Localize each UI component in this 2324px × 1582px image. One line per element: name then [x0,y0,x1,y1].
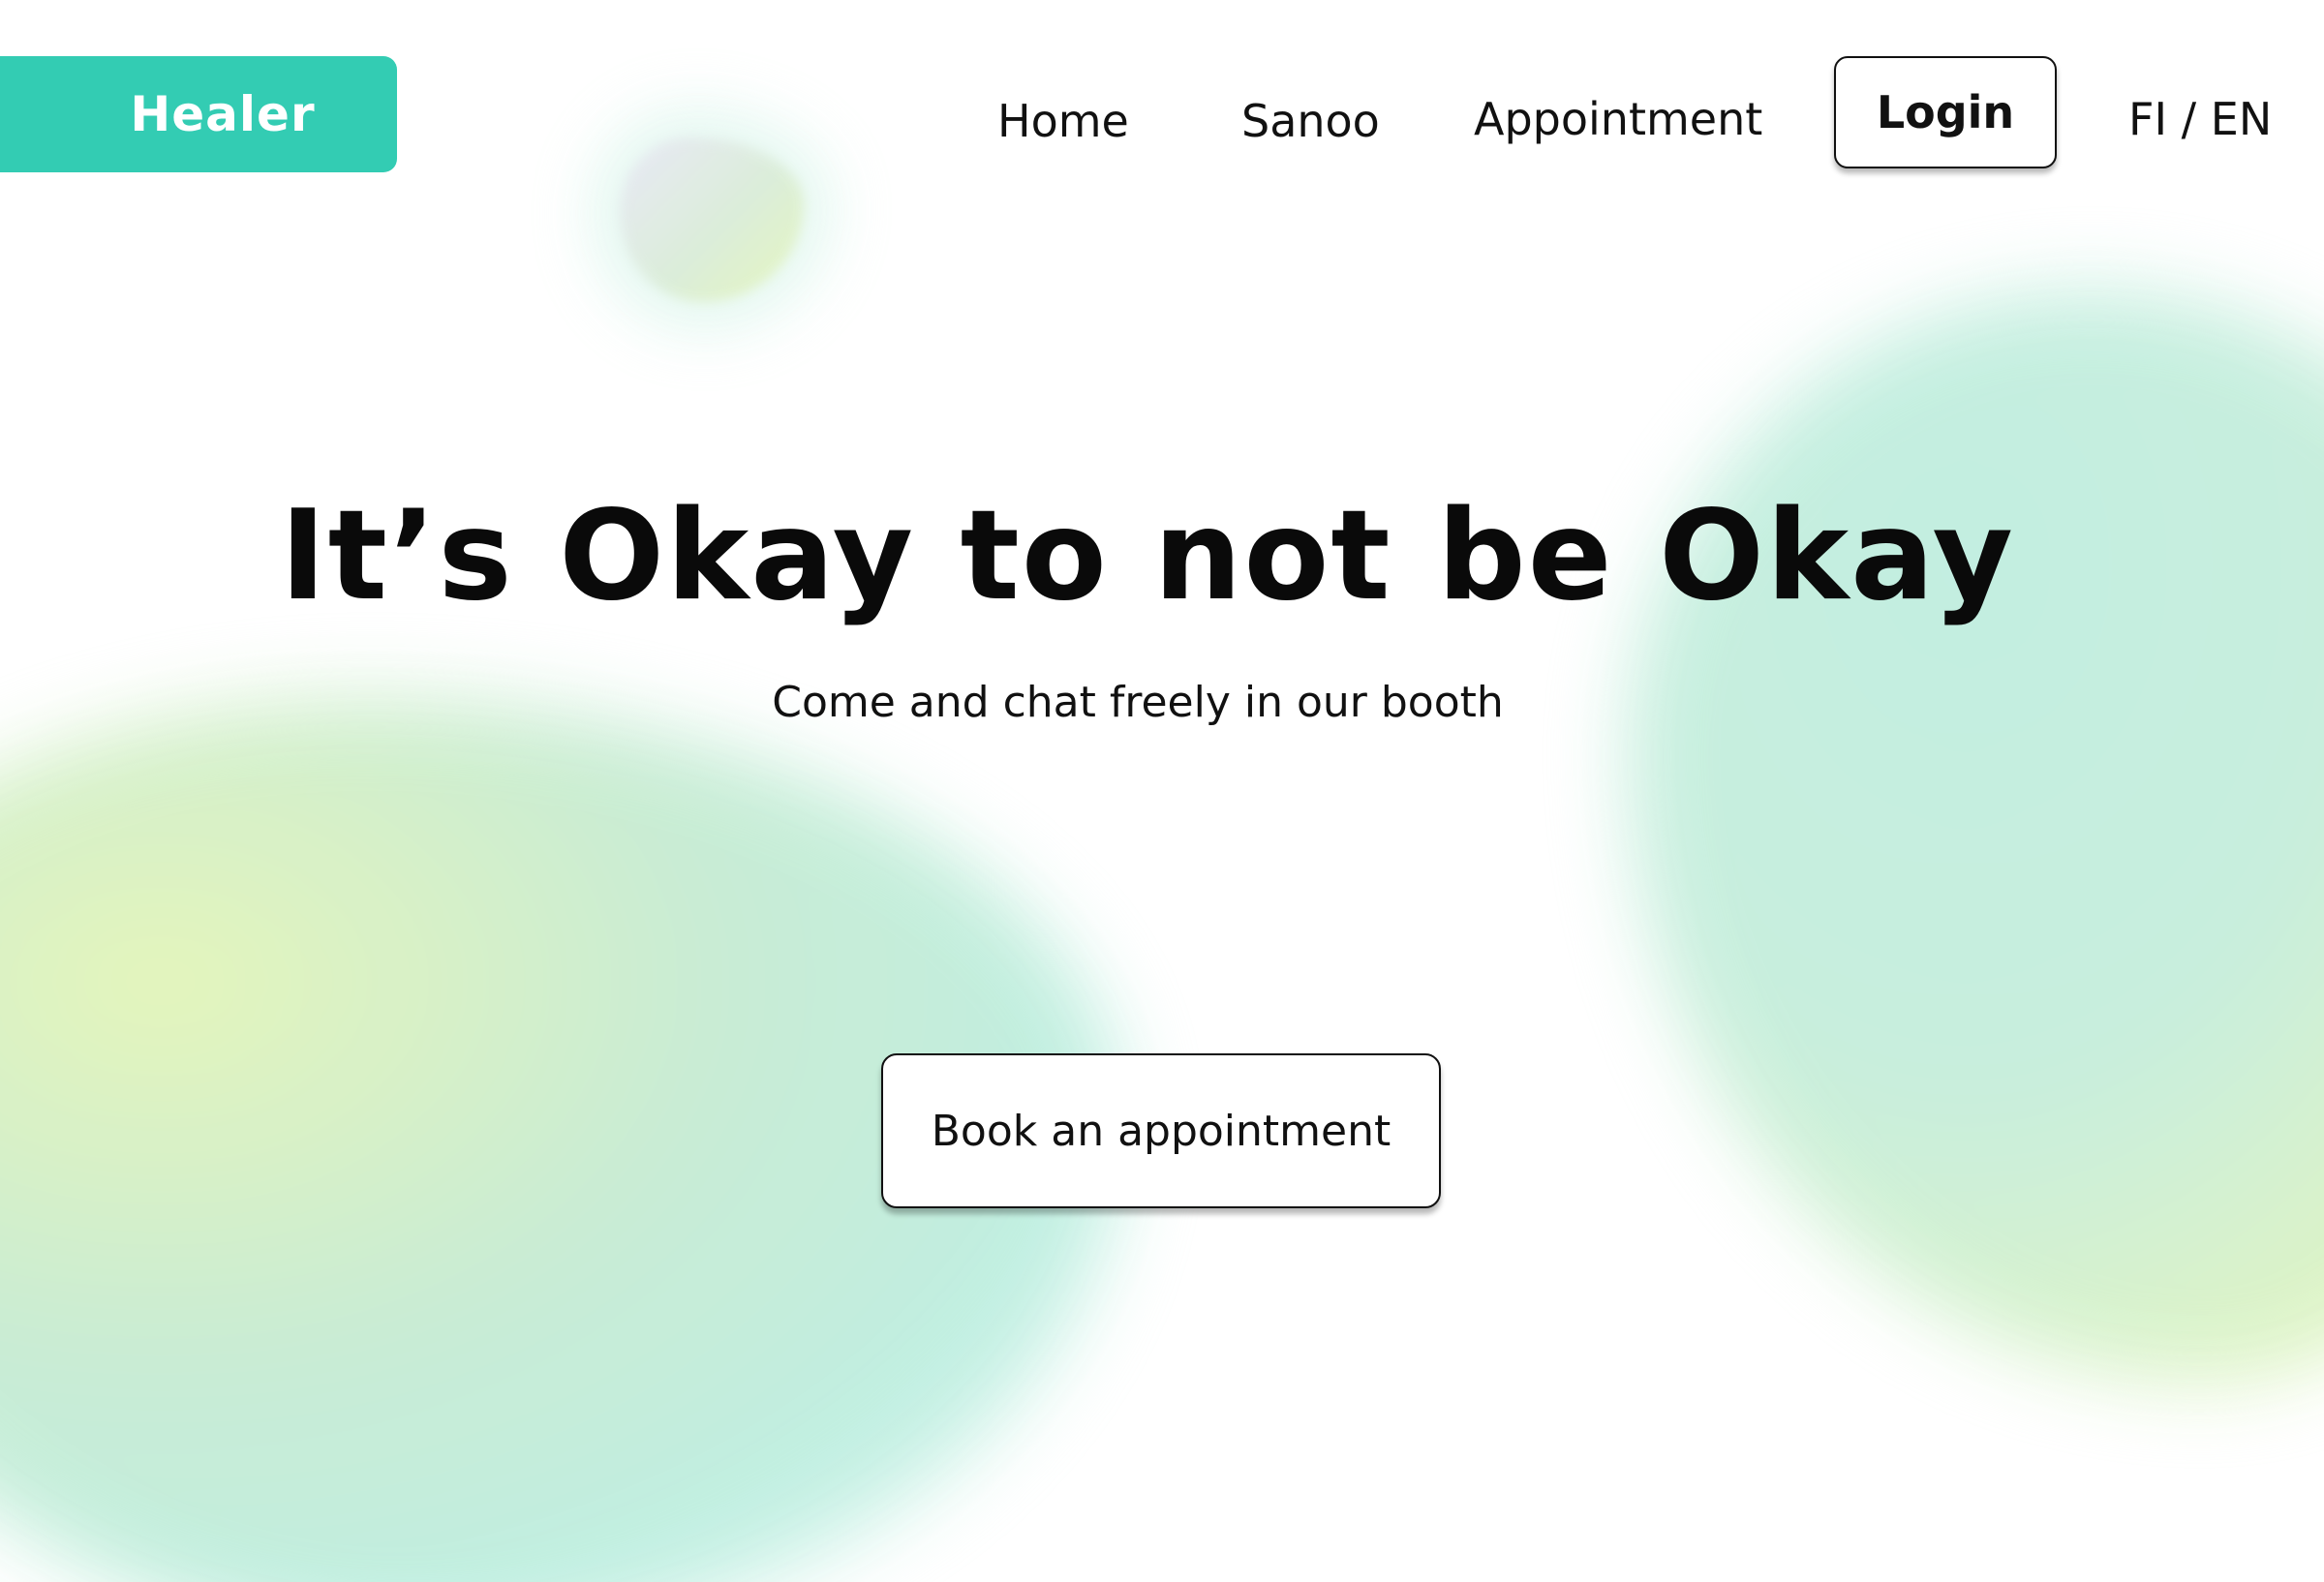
nav-link-home[interactable]: Home [997,95,1129,147]
book-appointment-button[interactable]: Book an appointment [881,1053,1441,1208]
nav-link-sanoo[interactable]: Sanoo [1241,95,1380,147]
brand-logo[interactable]: Healer [0,56,397,172]
landing-page: Healer Home Sanoo Appointment Login FI /… [0,0,2324,1582]
decorative-blob-small [620,137,804,302]
login-button[interactable]: Login [1834,56,2057,168]
hero-headline: It’s Okay to not be Okay [280,484,2015,628]
decorative-blob-right [1627,290,2324,1384]
language-switch[interactable]: FI / EN [2128,93,2272,145]
hero-subtitle: Come and chat freely in our booth [772,678,1504,727]
nav-link-appointment[interactable]: Appointment [1474,93,1762,145]
brand-name: Healer [130,86,316,142]
